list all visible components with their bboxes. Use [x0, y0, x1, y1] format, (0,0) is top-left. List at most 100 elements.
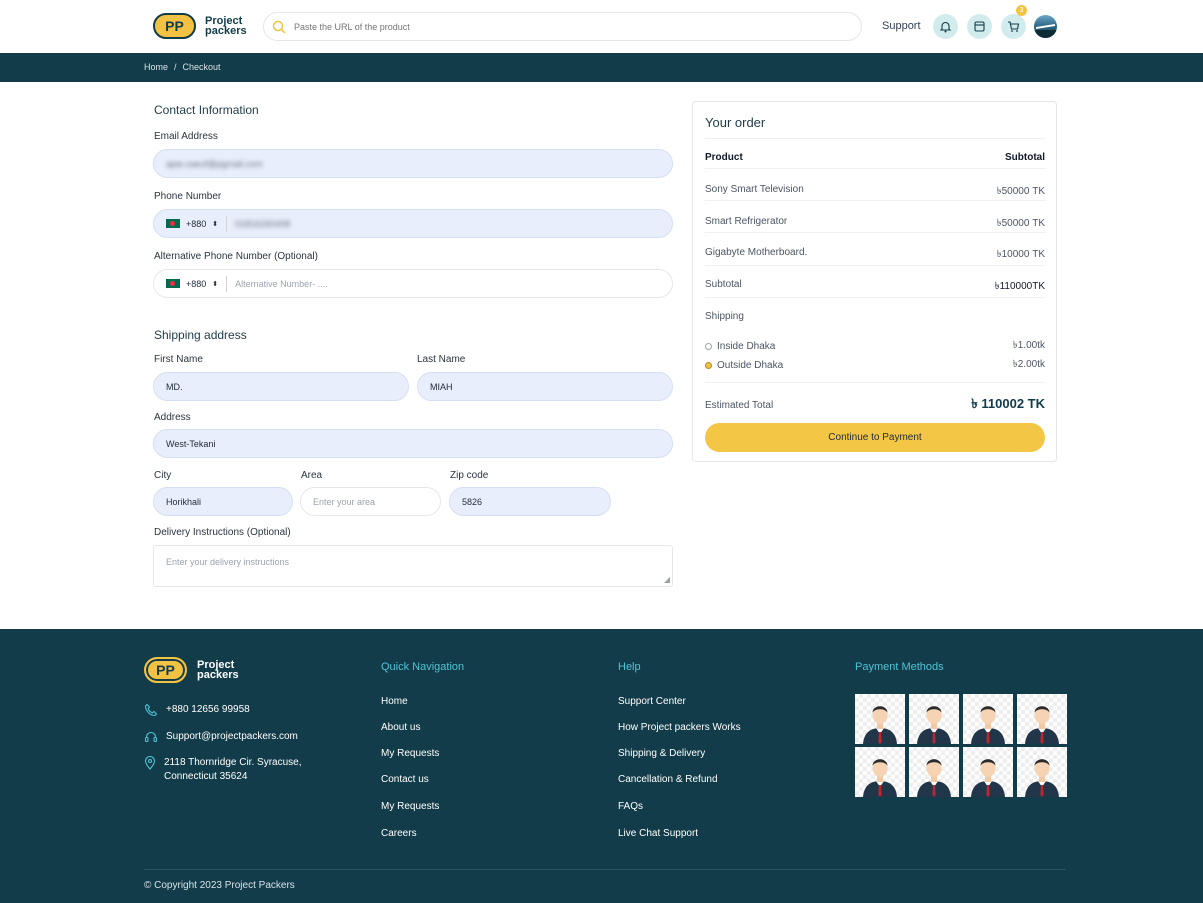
footer-nav-link[interactable]: About us: [381, 722, 420, 733]
instructions-label: Delivery Instructions (Optional): [154, 527, 291, 538]
payment-method-image: [1017, 747, 1067, 797]
location-pin-icon: [144, 756, 156, 770]
footer-help-link[interactable]: FAQs: [618, 801, 643, 812]
order-item-row: Smart Refrigerator ৳50000 TK: [705, 216, 1045, 233]
first-name-field[interactable]: MD.: [153, 372, 409, 401]
phone-field[interactable]: +880 ⬍ 01816260408: [153, 209, 673, 238]
address-field[interactable]: West-Tekani: [153, 429, 673, 458]
payment-method-image: [855, 694, 905, 744]
order-table-header: Product Subtotal: [705, 152, 1045, 169]
divider: [705, 382, 1045, 383]
logo[interactable]: PP Project packers: [153, 13, 247, 39]
divider: [705, 138, 1045, 139]
subtotal-value: ৳110000TK: [994, 281, 1045, 292]
col-subtotal: Subtotal: [1005, 152, 1045, 163]
radio-selected[interactable]: [705, 362, 712, 369]
first-name-value: MD.: [166, 381, 183, 392]
order-summary-card: Your order Product Subtotal Sony Smart T…: [692, 101, 1057, 462]
alt-country-code-select[interactable]: +880 ⬍: [166, 275, 228, 292]
quick-navigation-title: Quick Navigation: [381, 661, 465, 673]
footer-help-link[interactable]: How Project packers Works: [618, 722, 741, 733]
country-code-select[interactable]: +880 ⬍: [166, 215, 228, 232]
cart-count-badge: 3: [1016, 5, 1027, 16]
resize-handle-icon[interactable]: ◢: [664, 575, 670, 584]
footer-help-link[interactable]: Cancellation & Refund: [618, 774, 718, 785]
footer-nav-link[interactable]: Home: [381, 696, 408, 707]
chevron-updown-icon: ⬍: [212, 220, 219, 228]
footer-help-link[interactable]: Support Center: [618, 696, 686, 707]
footer-phone-text: +880 12656 99958: [166, 704, 250, 715]
help-title: Help: [618, 661, 641, 673]
address-label: Address: [154, 412, 191, 423]
footer-help-link[interactable]: Live Chat Support: [618, 828, 698, 839]
email-label: Email Address: [154, 131, 218, 142]
zip-field[interactable]: 5826: [449, 487, 611, 516]
area-placeholder: Enter your area: [313, 496, 376, 507]
payment-method-image: [1017, 694, 1067, 744]
area-field[interactable]: Enter your area: [300, 487, 441, 516]
continue-to-payment-button[interactable]: Continue to Payment: [705, 423, 1045, 452]
email-field[interactable]: apie.caeuf@pgmail.com: [153, 149, 673, 178]
footer-logo[interactable]: PP Project packers: [144, 657, 239, 683]
shipping-option-inside[interactable]: Inside Dhaka ৳1.00tk: [705, 338, 1045, 355]
radio-unselected[interactable]: [705, 343, 712, 350]
footer-nav-link[interactable]: Careers: [381, 828, 417, 839]
footer-address-line1: 2118 Thornridge Cir. Syracuse,: [164, 757, 302, 768]
last-name-field[interactable]: MIAH: [417, 372, 673, 401]
city-value: Horikhali: [166, 496, 202, 507]
search-icon: [272, 20, 286, 34]
address-value: West-Tekani: [166, 438, 216, 449]
alt-phone-label: Alternative Phone Number (Optional): [154, 251, 318, 262]
footer-logo-text: Project packers: [197, 659, 239, 681]
breadcrumb-bar: Home / Checkout: [0, 53, 1203, 82]
breadcrumb-home[interactable]: Home: [144, 62, 168, 72]
city-label: City: [154, 470, 172, 481]
footer-nav-link[interactable]: My Requests: [381, 748, 439, 759]
search-input[interactable]: [294, 21, 794, 32]
phone-country-code: +880: [186, 218, 207, 229]
chevron-updown-icon: ⬍: [212, 280, 219, 288]
footer-email[interactable]: Support@projectpackers.com: [144, 730, 298, 744]
footer-address-line2: Connecticut 35624: [164, 771, 248, 782]
first-name-label: First Name: [154, 354, 203, 365]
avatar-image: [1034, 24, 1057, 38]
shipping-option-price: ৳1.00tk: [1012, 340, 1045, 351]
payment-method-image: [963, 694, 1013, 744]
item-price: ৳10000 TK: [996, 249, 1045, 260]
logo-badge: PP: [153, 13, 196, 39]
notification-button[interactable]: [933, 14, 958, 39]
shipping-option-price: ৳2.00tk: [1012, 359, 1045, 370]
alt-phone-field[interactable]: +880 ⬍ Alternative Number- ....: [153, 269, 673, 298]
estimated-total-label: Estimated Total: [705, 400, 774, 411]
instructions-textarea[interactable]: Enter your delivery instructions ◢: [153, 545, 673, 587]
city-field[interactable]: Horikhali: [153, 487, 293, 516]
footer-nav-link[interactable]: Contact us: [381, 774, 429, 785]
payment-method-image: [855, 747, 905, 797]
footer-help-link[interactable]: Shipping & Delivery: [618, 748, 705, 759]
payment-method-image: [909, 747, 959, 797]
col-product: Product: [705, 152, 743, 163]
cart-button[interactable]: [1001, 14, 1026, 39]
footer-nav-link[interactable]: My Requests: [381, 801, 439, 812]
payment-method-image: [963, 747, 1013, 797]
logo-text: Project packers: [205, 15, 247, 37]
shipping-label: Shipping: [705, 311, 744, 322]
shipping-section-title: Shipping address: [154, 328, 247, 342]
footer-logo-badge: PP: [144, 657, 187, 683]
alt-phone-placeholder: Alternative Number- ....: [235, 278, 328, 289]
item-name: Smart Refrigerator: [705, 216, 788, 227]
shipping-option-outside[interactable]: Outside Dhaka ৳2.00tk: [705, 357, 1045, 374]
top-header: PP Project packers Support 3: [0, 0, 1203, 53]
support-link[interactable]: Support: [882, 20, 921, 32]
cart-icon: [1008, 21, 1020, 32]
search-bar[interactable]: [263, 12, 862, 41]
footer-phone[interactable]: +880 12656 99958: [144, 703, 250, 717]
footer-divider: [144, 869, 1066, 870]
copyright: © Copyright 2023 Project Packers: [144, 880, 295, 891]
phone-label: Phone Number: [154, 191, 222, 202]
item-price: ৳50000 TK: [996, 218, 1045, 229]
orders-button[interactable]: [967, 14, 992, 39]
user-avatar[interactable]: [1034, 15, 1057, 38]
zip-label: Zip code: [450, 470, 489, 481]
estimated-total-row: Estimated Total ৳ 110002 TK: [705, 395, 1045, 416]
